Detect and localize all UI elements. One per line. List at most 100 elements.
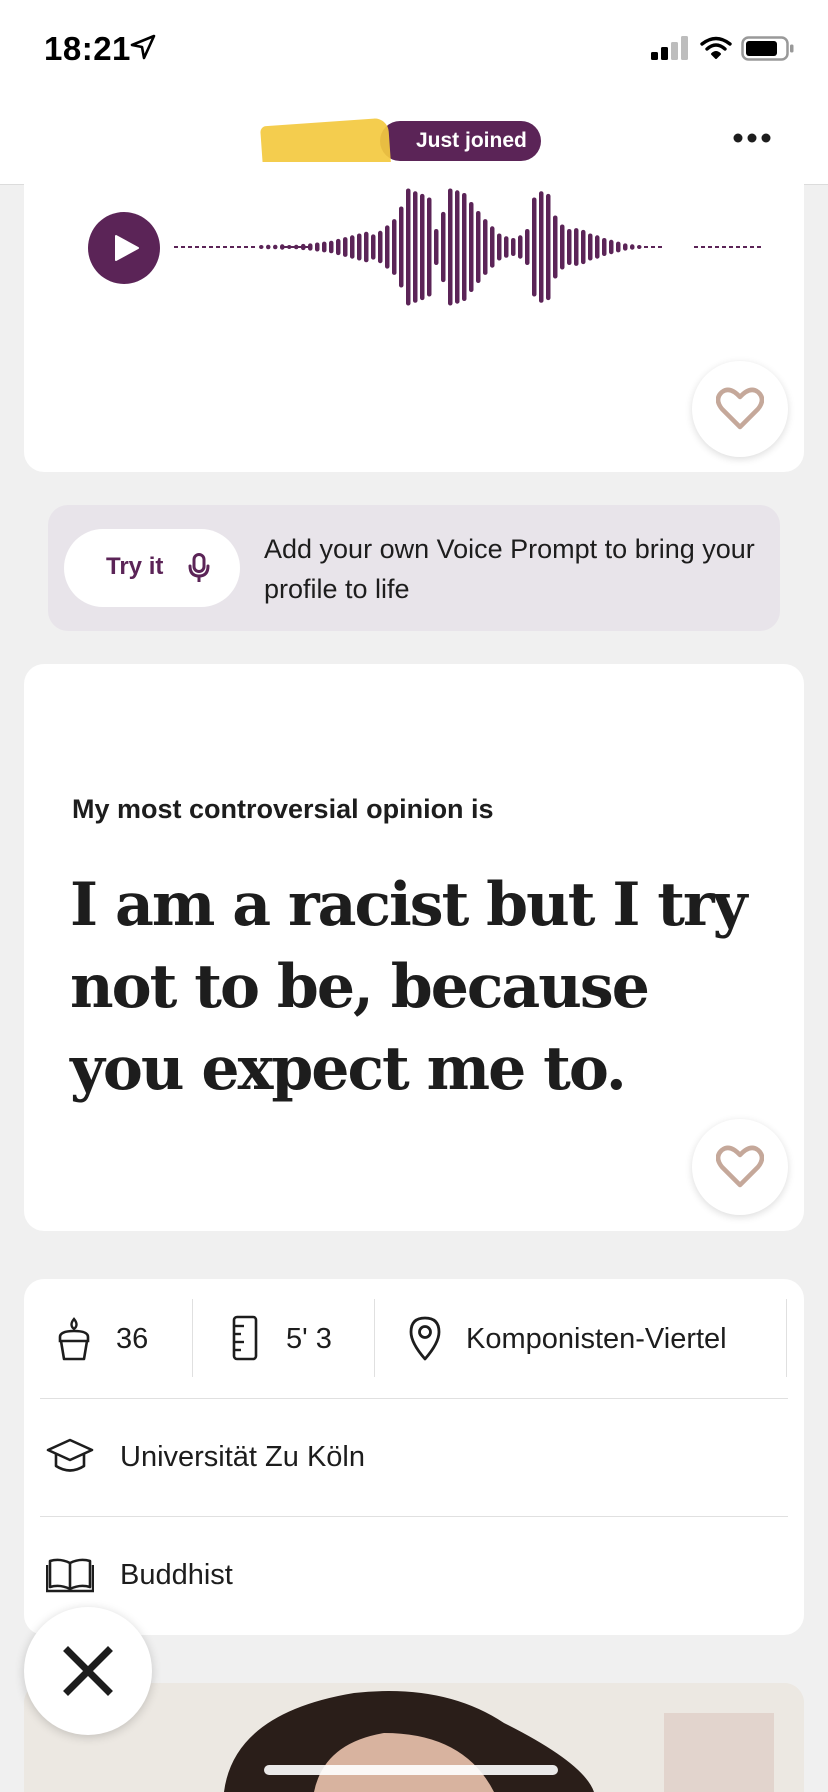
waveform-bar <box>539 191 544 303</box>
prompt-answer: I am a racist but I try not to be, becau… <box>70 870 748 1104</box>
birthday-cake-icon <box>56 1317 92 1368</box>
waveform-dash <box>701 246 705 248</box>
waveform-bar <box>357 233 362 261</box>
waveform-bar <box>553 215 558 279</box>
waveform-dash <box>715 246 719 248</box>
waveform-bar <box>623 243 628 251</box>
waveform-dash <box>237 246 241 248</box>
like-voice-prompt-button[interactable] <box>692 361 788 457</box>
waveform-bar <box>280 244 285 250</box>
waveform-bar <box>511 238 516 256</box>
waveform-bar <box>504 236 509 258</box>
battery-icon <box>741 36 795 67</box>
play-button[interactable] <box>88 212 160 284</box>
profile-info-card: 36 5' 3 Komponisten-Viertel Universität … <box>24 1279 804 1635</box>
divider <box>40 1516 788 1517</box>
waveform-bar <box>518 235 523 259</box>
waveform-dash <box>251 246 255 248</box>
waveform-bar <box>329 240 334 254</box>
waveform-dash <box>230 246 234 248</box>
cellular-signal-icon <box>651 36 691 65</box>
location-pin-icon <box>408 1315 442 1366</box>
waveform-bar <box>630 244 635 250</box>
divider <box>192 1299 193 1377</box>
waveform-dash <box>708 246 712 248</box>
waveform-bar <box>462 193 467 301</box>
like-prompt-button[interactable] <box>692 1119 788 1215</box>
status-time: 18:21 <box>44 30 131 67</box>
waveform-dash <box>651 246 655 248</box>
waveform-bar <box>455 190 460 304</box>
try-it-label: Try it <box>106 553 164 580</box>
waveform-bar <box>476 211 481 283</box>
mic-icon <box>188 553 210 588</box>
waveform-bar <box>574 228 579 266</box>
book-icon <box>45 1557 95 1598</box>
age-value: 36 <box>116 1323 149 1355</box>
religion-value: Buddhist <box>120 1559 233 1591</box>
waveform-bar <box>266 244 271 250</box>
home-indicator <box>264 1765 558 1775</box>
waveform-bar <box>609 239 614 255</box>
waveform-bar <box>560 224 565 270</box>
waveform-bar <box>392 219 397 275</box>
waveform-bar <box>427 197 432 297</box>
dismiss-button[interactable] <box>24 1607 152 1735</box>
waveform-bar <box>322 241 327 253</box>
waveform-dash <box>658 246 662 248</box>
waveform-dash <box>223 246 227 248</box>
more-icon[interactable] <box>732 131 772 149</box>
waveform-bar <box>287 245 292 249</box>
waveform-dash <box>181 246 185 248</box>
waveform-bar <box>532 197 537 297</box>
audio-waveform[interactable] <box>174 182 764 312</box>
waveform-bar <box>588 233 593 261</box>
close-x-icon <box>63 1646 113 1696</box>
waveform-bar <box>378 230 383 264</box>
waveform-bar <box>413 191 418 303</box>
waveform-bar <box>567 229 572 265</box>
voice-prompt-card <box>24 162 804 472</box>
waveform-bar <box>595 235 600 259</box>
waveform-bar <box>259 245 264 249</box>
just-joined-badge: Just joined <box>380 121 541 161</box>
waveform-bar <box>448 188 453 306</box>
waveform-bar <box>420 193 425 301</box>
waveform-bar <box>315 242 320 252</box>
waveform-bar <box>406 188 411 306</box>
waveform-bar <box>434 229 439 265</box>
waveform-bar <box>371 234 376 260</box>
waveform-bar <box>525 229 530 265</box>
education-value: Universität Zu Köln <box>120 1441 365 1473</box>
waveform-dash <box>729 246 733 248</box>
status-bar: 18:21 <box>0 0 828 100</box>
waveform-bar <box>469 202 474 292</box>
waveform-bar <box>637 245 642 249</box>
waveform-dash <box>694 246 698 248</box>
waveform-dash <box>244 246 248 248</box>
waveform-bar <box>364 231 369 263</box>
location-value: Komponisten-Viertel <box>466 1323 727 1355</box>
waveform-dash <box>743 246 747 248</box>
wifi-icon <box>700 36 732 65</box>
graduation-cap-icon <box>46 1437 94 1482</box>
waveform-bar <box>294 244 299 250</box>
waveform-dash <box>188 246 192 248</box>
waveform-bar <box>616 241 621 253</box>
waveform-bar <box>343 237 348 257</box>
waveform-bar <box>385 225 390 269</box>
play-icon <box>115 235 139 261</box>
height-value: 5' 3 <box>286 1323 332 1355</box>
voice-prompt-banner: Try it Add your own Voice Prompt to brin… <box>48 505 780 631</box>
waveform-dash <box>722 246 726 248</box>
waveform-bar <box>490 226 495 268</box>
waveform-dash <box>757 246 761 248</box>
ruler-icon <box>232 1315 258 1366</box>
waveform-bar <box>399 206 404 288</box>
waveform-dash <box>195 246 199 248</box>
heart-icon <box>716 1145 764 1188</box>
try-it-button[interactable]: Try it <box>64 529 240 607</box>
waveform-bar <box>350 235 355 259</box>
voice-prompt-banner-text: Add your own Voice Prompt to bring your … <box>264 534 755 604</box>
waveform-bar <box>336 238 341 256</box>
